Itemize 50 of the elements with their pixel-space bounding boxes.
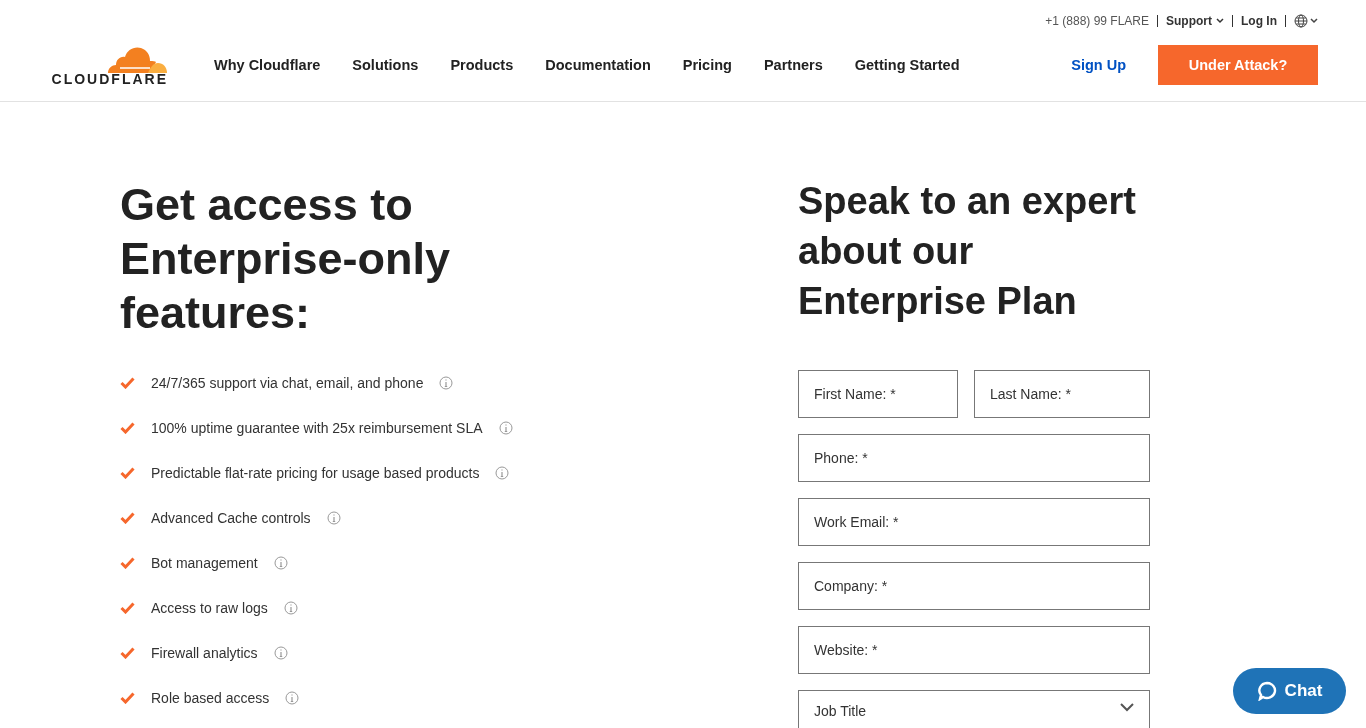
nav-link[interactable]: Pricing — [682, 57, 732, 73]
info-icon[interactable] — [326, 510, 341, 525]
info-icon[interactable] — [273, 645, 288, 660]
feature-text: 24/7/365 support via chat, email, and phone — [151, 374, 424, 391]
chevron-down-icon — [1216, 17, 1224, 24]
info-icon[interactable] — [495, 465, 510, 480]
check-icon — [120, 376, 135, 389]
feature-text: Bot management — [151, 554, 258, 571]
check-icon — [120, 421, 135, 434]
input-field[interactable]: Company: * — [798, 562, 1150, 610]
check-icon — [120, 691, 135, 704]
select-field[interactable]: Job Title — [798, 690, 1150, 728]
info-icon[interactable] — [439, 375, 454, 390]
input-field[interactable]: Phone: * — [798, 434, 1150, 482]
chat-button[interactable]: Chat — [1233, 668, 1346, 714]
phone-number[interactable]: +1 (888) 99 FLARE — [1045, 13, 1149, 28]
check-icon — [120, 601, 135, 614]
check-icon — [120, 646, 135, 659]
feature-text: 100% uptime guarantee with 25x reimbursement SLA — [151, 419, 483, 436]
info-icon[interactable] — [283, 600, 298, 615]
feature-text: Access to raw logs — [151, 599, 268, 616]
feature-text: Predictable flat-rate pricing for usage based products — [151, 464, 480, 481]
support-link[interactable]: Support — [1166, 13, 1224, 28]
nav-link[interactable]: Why Cloudflare — [214, 57, 321, 73]
info-icon[interactable] — [498, 420, 513, 435]
check-icon — [120, 511, 135, 524]
info-icon[interactable] — [285, 690, 300, 705]
login-link[interactable]: Log In — [1241, 13, 1277, 28]
input-field[interactable]: Last Name: * — [974, 370, 1150, 418]
nav-link[interactable]: Solutions — [352, 57, 419, 73]
feature-text: Role based access — [151, 689, 270, 706]
input-field[interactable]: First Name: * — [798, 370, 958, 418]
speech-bubble-icon — [1256, 681, 1277, 701]
sign-up-link[interactable]: Sign Up — [1071, 57, 1126, 73]
nav-link[interactable]: Products — [450, 57, 514, 73]
form-heading: Speak to an expert about our Enterprise Plan — [798, 179, 1137, 324]
globe-icon[interactable] — [1294, 13, 1318, 28]
info-icon[interactable] — [273, 555, 288, 570]
nav-link[interactable]: Partners — [763, 57, 823, 73]
feature-text: Firewall analytics — [151, 644, 258, 661]
features-heading: Get access to Enterprise-only features: — [120, 178, 452, 340]
nav-link[interactable]: Documentation — [545, 57, 651, 73]
check-icon — [120, 556, 135, 569]
cloudflare-logo[interactable]: CLOUDFLARE — [48, 44, 168, 86]
chevron-down-icon — [1120, 703, 1134, 712]
check-icon — [120, 466, 135, 479]
nav-link[interactable]: Getting Started — [854, 57, 960, 73]
feature-text: Advanced Cache controls — [151, 509, 311, 526]
input-field[interactable]: Work Email: * — [798, 498, 1150, 546]
input-field[interactable]: Website: * — [798, 626, 1150, 674]
